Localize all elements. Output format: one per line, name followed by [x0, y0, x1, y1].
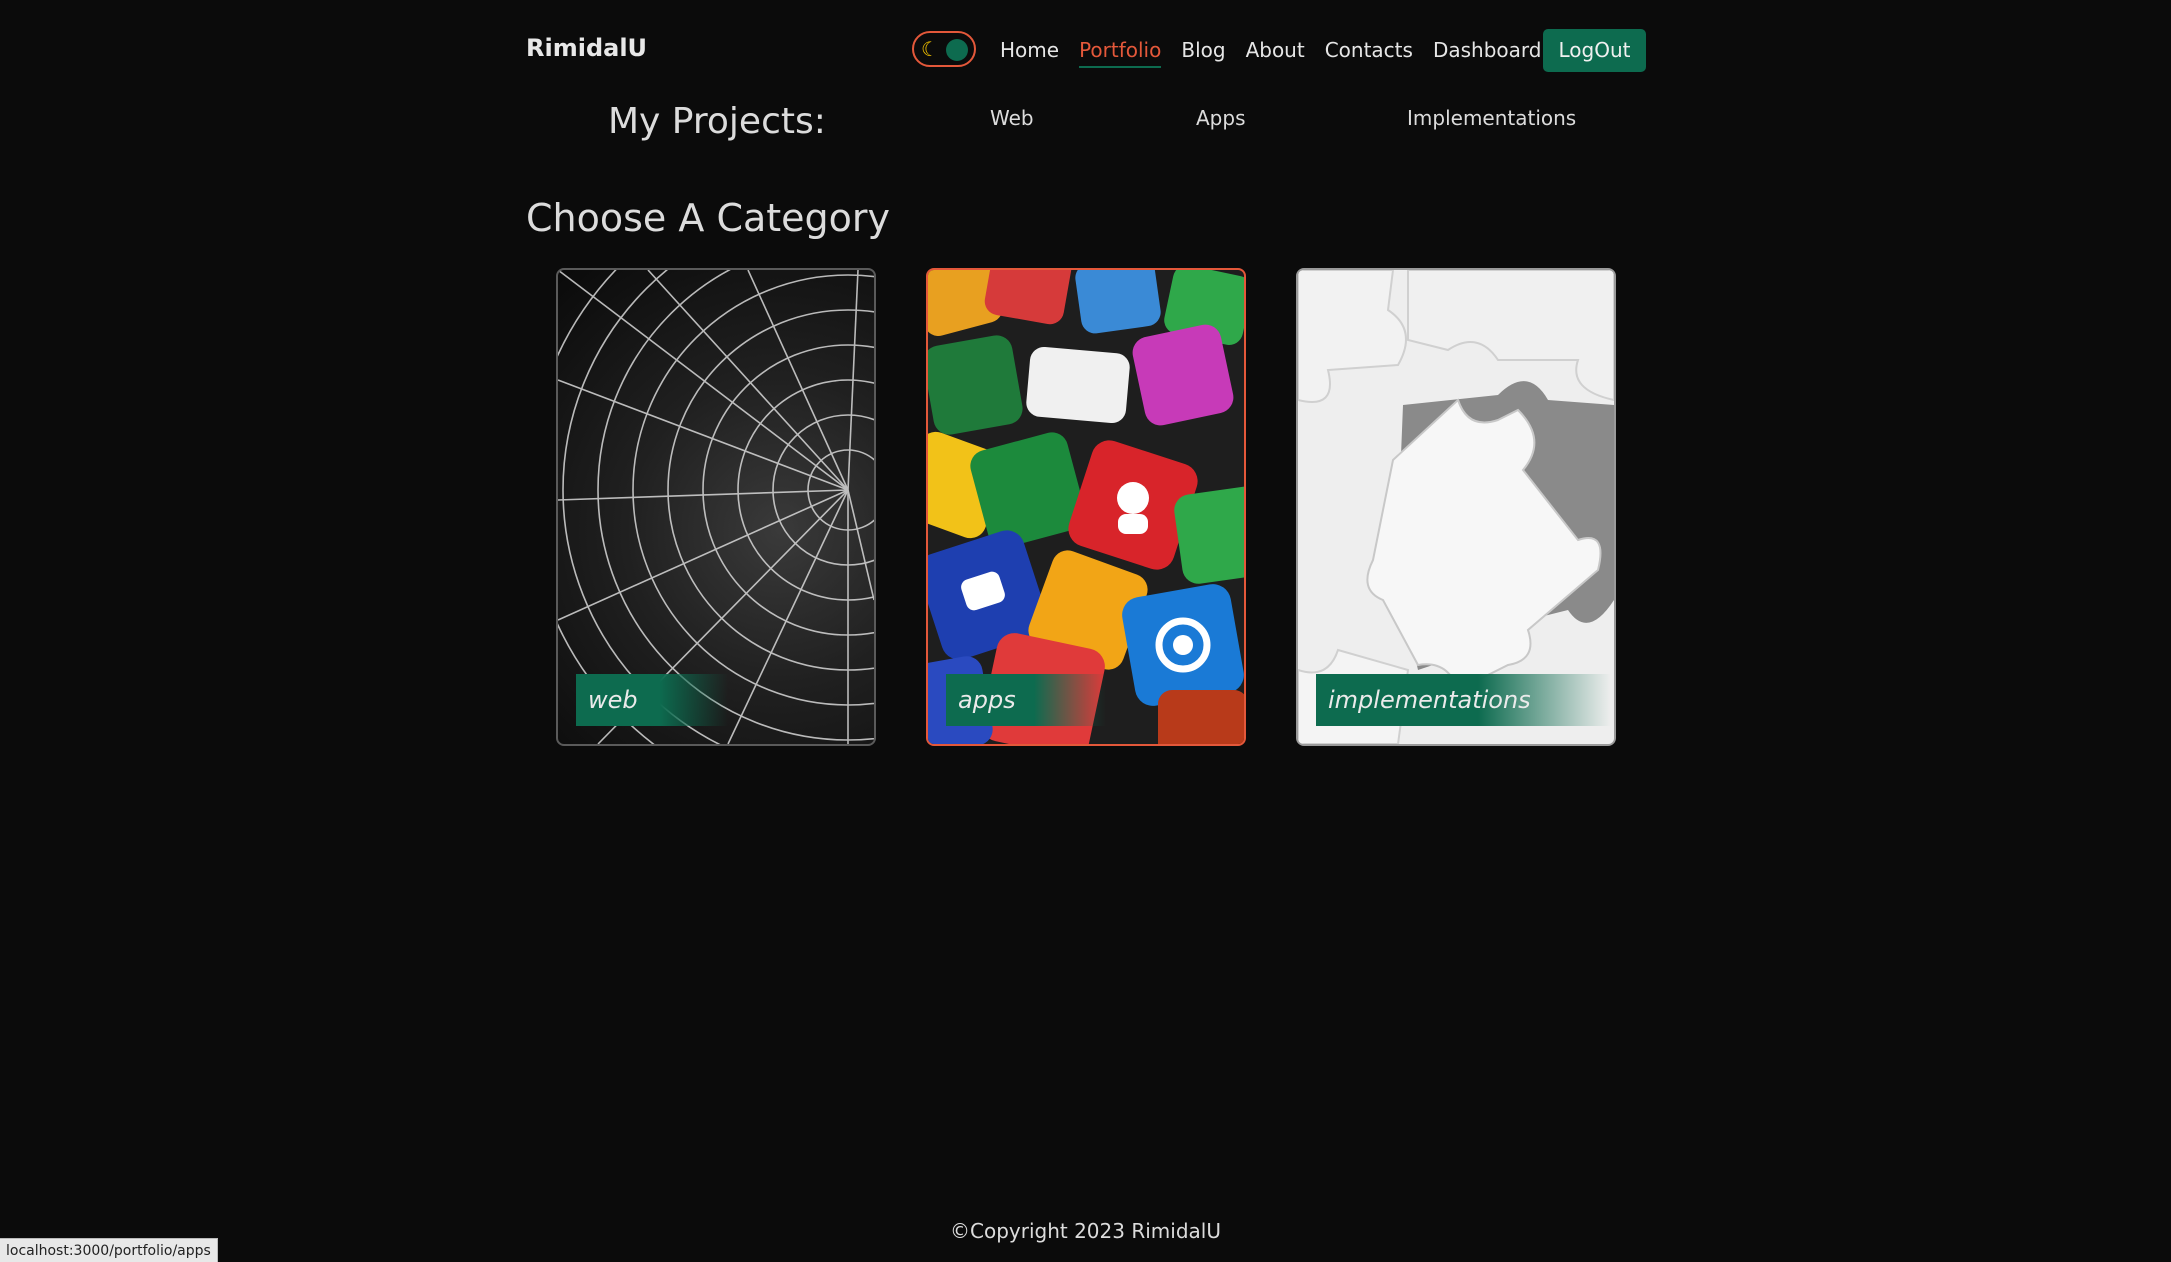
card-label-web: web: [576, 674, 728, 726]
nav-portfolio[interactable]: Portfolio: [1079, 38, 1162, 68]
category-card-implementations[interactable]: implementations: [1296, 268, 1616, 746]
subnav-web[interactable]: Web: [990, 106, 1034, 130]
nav-home[interactable]: Home: [1000, 38, 1059, 68]
moon-icon: ☾: [921, 37, 939, 61]
subnav-implementations[interactable]: Implementations: [1407, 106, 1576, 130]
brand-logo[interactable]: RimidalU: [526, 34, 647, 62]
toggle-knob: [946, 39, 968, 61]
app-icons-image: [928, 270, 1244, 744]
category-card-web[interactable]: web: [556, 268, 876, 746]
nav-blog[interactable]: Blog: [1181, 38, 1225, 68]
footer-copyright: ©Copyright 2023 RimidalU: [950, 1219, 1221, 1243]
nav-about[interactable]: About: [1246, 38, 1305, 68]
nav-contacts[interactable]: Contacts: [1325, 38, 1413, 68]
page: RimidalU ☾ Home Portfolio Blog About Con…: [0, 0, 2171, 1262]
main-nav: Home Portfolio Blog About Contacts Dashb…: [1000, 38, 1541, 68]
puzzle-pieces-image: [1298, 270, 1614, 744]
status-bar-url: localhost:3000/portfolio/apps: [0, 1238, 218, 1262]
card-label-implementations: implementations: [1316, 674, 1611, 726]
spider-web-image: [558, 270, 874, 744]
category-title: Choose A Category: [526, 196, 891, 240]
category-card-apps[interactable]: apps: [926, 268, 1246, 746]
nav-dashboard[interactable]: Dashboard: [1433, 38, 1542, 68]
logout-button[interactable]: LogOut: [1543, 29, 1646, 72]
subnav-apps[interactable]: Apps: [1196, 106, 1246, 130]
card-label-apps: apps: [946, 674, 1106, 726]
theme-toggle[interactable]: ☾: [912, 31, 976, 67]
projects-title: My Projects:: [608, 101, 826, 142]
